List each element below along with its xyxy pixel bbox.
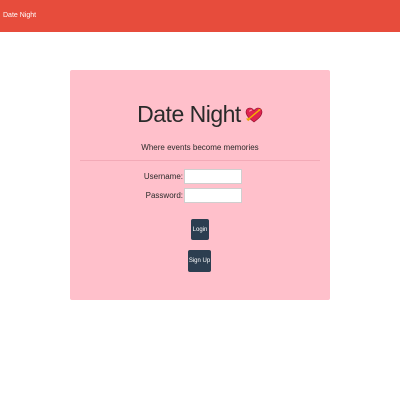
password-input[interactable] xyxy=(184,188,242,203)
card-divider xyxy=(80,160,320,161)
signup-button[interactable]: Sign Up xyxy=(188,250,211,272)
page-title-text: Date Night xyxy=(137,101,241,127)
username-label: Username: xyxy=(143,172,183,181)
tagline: Where events become memories xyxy=(141,143,259,152)
login-button[interactable]: Login xyxy=(191,219,209,240)
username-input[interactable] xyxy=(184,169,242,184)
password-label: Password: xyxy=(145,191,183,200)
page-title: Date Night xyxy=(0,99,400,131)
navbar-brand-link[interactable]: Date Night xyxy=(3,11,36,20)
heart-with-arrow-icon xyxy=(245,101,263,131)
top-navbar: Date Night xyxy=(0,0,400,32)
